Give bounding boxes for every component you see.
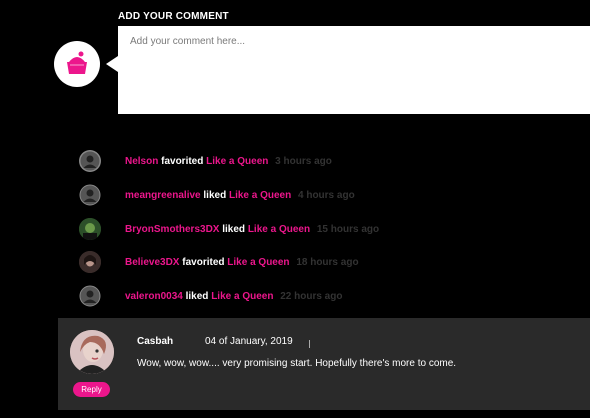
activity-row: Nelson favorited Like a Queen 3 hours ag… [79,150,539,172]
activity-text: BryonSmothers3DX liked Like a Queen 15 h… [125,223,380,235]
activity-text: valeron0034 liked Like a Queen 22 hours … [125,290,343,302]
cupcake-avatar-icon [67,51,87,74]
comment-author[interactable]: Casbah [137,336,173,347]
separator [309,340,310,348]
activity-item-link[interactable]: Like a Queen [229,190,291,201]
comment-input[interactable] [118,26,590,114]
comment-date: 04 of January, 2019 [205,336,293,347]
activity-row: valeron0034 liked Like a Queen 22 hours … [79,285,539,307]
activity-item-link[interactable]: Like a Queen [206,156,268,167]
activity-text: Believe3DX favorited Like a Queen 18 hou… [125,256,359,268]
photo-avatar[interactable] [79,251,101,273]
activity-user-link[interactable]: valeron0034 [125,291,183,302]
activity-user-link[interactable]: meangreenalive [125,190,201,201]
default-user-icon[interactable] [79,285,101,307]
activity-text: Nelson favorited Like a Queen 3 hours ag… [125,155,332,167]
default-user-icon[interactable] [79,184,101,206]
activity-user-link[interactable]: Believe3DX [125,257,179,268]
default-user-icon[interactable] [79,150,101,172]
activity-row: BryonSmothers3DX liked Like a Queen 15 h… [79,218,539,240]
comment-text: Wow, wow, wow.... very promising start. … [137,358,457,369]
activity-user-link[interactable]: Nelson [125,156,158,167]
activity-row: meangreenalive liked Like a Queen 4 hour… [79,184,539,206]
activity-user-link[interactable]: BryonSmothers3DX [125,224,219,235]
activity-item-link[interactable]: Like a Queen [248,224,310,235]
activity-item-link[interactable]: Like a Queen [227,257,289,268]
comment-pointer [106,56,118,72]
activity-text: meangreenalive liked Like a Queen 4 hour… [125,189,355,201]
photo-avatar[interactable] [79,218,101,240]
add-comment-title: ADD YOUR COMMENT [118,11,229,22]
comment-card: Reply Casbah 04 of January, 2019 Wow, wo… [58,318,590,410]
user-avatar [54,41,100,87]
reply-button[interactable]: Reply [73,382,110,397]
activity-row: Believe3DX favorited Like a Queen 18 hou… [79,251,539,273]
comment-author-avatar[interactable] [70,330,114,374]
activity-item-link[interactable]: Like a Queen [211,291,273,302]
